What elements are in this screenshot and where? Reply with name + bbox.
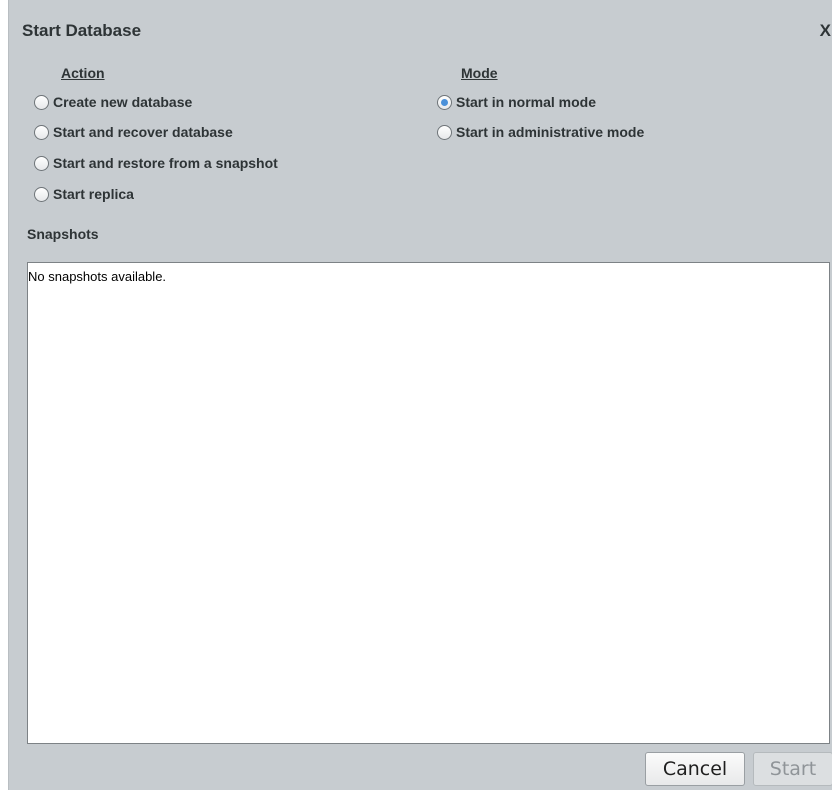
radio-label: Create new database: [53, 94, 193, 110]
radio-create-new-database[interactable]: Create new database: [34, 92, 192, 112]
cancel-button[interactable]: Cancel: [645, 752, 745, 786]
radio-start-replica[interactable]: Start replica: [34, 184, 134, 204]
dialog-titlebar: Start Database X: [9, 0, 832, 60]
radio-label: Start in normal mode: [456, 94, 597, 110]
radio-label: Start and restore from a snapshot: [53, 155, 278, 171]
radio-label: Start and recover database: [53, 124, 233, 140]
radio-button-icon[interactable]: [437, 124, 452, 140]
radio-label: Start in administrative mode: [456, 124, 645, 140]
radio-button-icon[interactable]: [34, 94, 49, 110]
snapshots-empty-message: No snapshots available.: [28, 269, 167, 284]
radio-start-and-recover[interactable]: Start and recover database: [34, 122, 233, 142]
action-heading: Action: [61, 65, 105, 81]
start-button: Start: [753, 752, 832, 786]
radio-button-icon[interactable]: [34, 186, 49, 202]
radio-button-checked-icon[interactable]: [437, 94, 452, 110]
snapshots-label: Snapshots: [27, 226, 99, 242]
close-icon[interactable]: X: [820, 21, 831, 41]
radio-button-icon[interactable]: [34, 124, 49, 140]
radio-start-administrative-mode[interactable]: Start in administrative mode: [437, 122, 644, 142]
radio-start-and-restore-snapshot[interactable]: Start and restore from a snapshot: [34, 153, 278, 173]
dialog-title: Start Database: [22, 21, 142, 40]
start-database-dialog: Start Database X Action Create new datab…: [8, 0, 832, 790]
radio-start-normal-mode[interactable]: Start in normal mode: [437, 92, 596, 112]
radio-label: Start replica: [53, 186, 134, 202]
mode-heading: Mode: [461, 65, 498, 81]
snapshots-list[interactable]: No snapshots available.: [27, 262, 830, 744]
radio-button-icon[interactable]: [34, 155, 49, 171]
